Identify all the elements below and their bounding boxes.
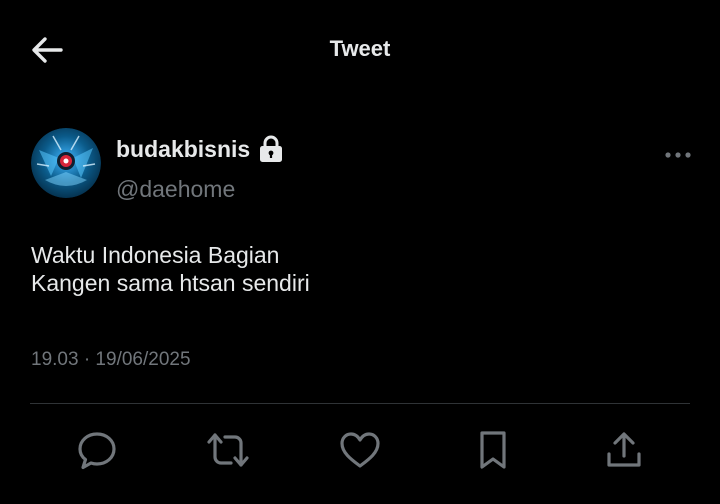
more-horizontal-icon xyxy=(665,152,691,158)
display-name[interactable]: budakbisnis xyxy=(116,136,250,163)
lock-icon xyxy=(259,135,283,163)
share-icon xyxy=(607,432,641,467)
page-title: Tweet xyxy=(329,36,391,61)
reply-icon xyxy=(78,432,116,470)
avatar[interactable] xyxy=(31,128,101,198)
avatar-image xyxy=(31,128,101,198)
tweet-timestamp[interactable]: 19.03 · 19/06/2025 xyxy=(31,349,191,371)
retweet-icon xyxy=(207,433,249,467)
top-bar: Tweet xyxy=(0,0,720,98)
tweet-text-line: Waktu Indonesia Bagian xyxy=(31,242,280,268)
author-name-row: budakbisnis xyxy=(116,134,283,164)
like-button[interactable] xyxy=(337,427,383,473)
tweet-text-line: Kangen sama htsan sendiri xyxy=(31,270,310,296)
bookmark-icon xyxy=(480,431,506,469)
divider xyxy=(30,403,690,404)
heart-icon xyxy=(340,432,380,468)
tweet-text: Waktu Indonesia Bagian Kangen sama htsan… xyxy=(31,241,681,297)
bookmark-button[interactable] xyxy=(470,427,516,473)
share-button[interactable] xyxy=(601,427,647,473)
reply-button[interactable] xyxy=(74,427,120,473)
more-options-button[interactable] xyxy=(658,140,698,170)
author-handle[interactable]: @daehome xyxy=(116,176,235,203)
retweet-button[interactable] xyxy=(205,427,251,473)
